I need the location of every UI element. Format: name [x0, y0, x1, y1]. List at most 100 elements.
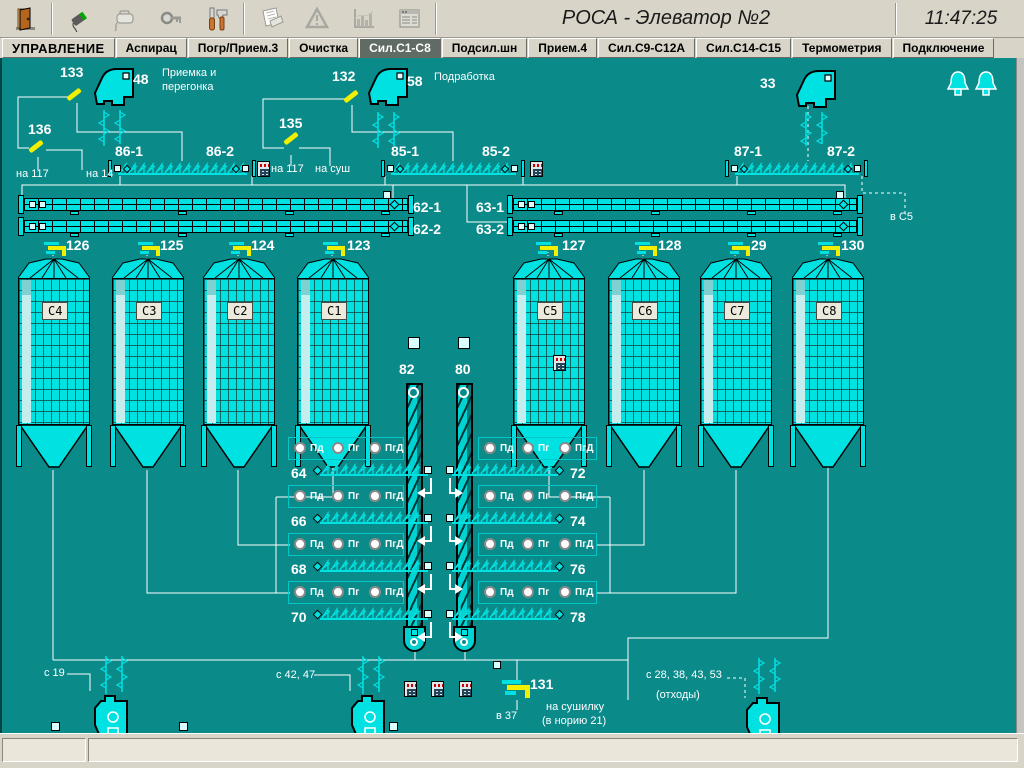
mode-radio[interactable] [369, 586, 381, 598]
noria-82[interactable] [406, 383, 423, 628]
cyclone-58[interactable] [368, 66, 410, 110]
silo-valve-29[interactable] [728, 242, 752, 256]
chain-conveyor-63-2[interactable] [513, 220, 857, 233]
screw-conveyor-86[interactable] [118, 162, 247, 176]
tab-6[interactable]: Прием.4 [528, 38, 597, 58]
screw-conveyor-78[interactable] [452, 607, 558, 621]
slide-valve-136[interactable] [28, 140, 44, 154]
mode-radio[interactable] [332, 586, 344, 598]
mode-radio[interactable] [559, 538, 571, 550]
tab-0[interactable]: УПРАВЛЕНИЕ [2, 38, 115, 58]
slide-valve-135[interactable] [283, 132, 299, 146]
silo-valve-128[interactable] [635, 242, 659, 256]
tab-sil-c1-c8[interactable]: Сил.С1-С8 [359, 38, 441, 58]
receiver-waste[interactable] [745, 697, 783, 733]
gate-valve-131[interactable] [502, 680, 532, 698]
mode-radio[interactable] [369, 538, 381, 550]
silo-c7[interactable]: C7 [700, 258, 772, 470]
mode-radio[interactable] [522, 586, 534, 598]
mode-radio[interactable] [332, 442, 344, 454]
warning-button[interactable] [294, 2, 340, 36]
mode-radio[interactable] [294, 586, 306, 598]
mode-radio[interactable] [369, 490, 381, 502]
tab-3[interactable]: Очистка [289, 38, 358, 58]
slide-valve-132[interactable] [343, 90, 359, 104]
alarm-bell-icon[interactable] [946, 70, 970, 98]
journal-button[interactable] [386, 2, 432, 36]
mode-radio[interactable] [484, 442, 496, 454]
tab-2[interactable]: Погр/Прием.3 [188, 38, 288, 58]
screw-conveyor-76[interactable] [452, 559, 558, 573]
silo-valve-124[interactable] [229, 242, 253, 256]
connector-square [446, 514, 454, 522]
tools-button[interactable] [194, 2, 240, 36]
report-button[interactable] [248, 2, 294, 36]
silo-c6[interactable]: C6 [608, 258, 680, 470]
tab-10[interactable]: Подключение [893, 38, 995, 58]
connector-square [731, 165, 738, 172]
slide-valve-133[interactable] [66, 88, 82, 102]
cyclone-33[interactable] [796, 68, 838, 112]
mode-panel-left-0: ПдПгПгД [288, 437, 404, 460]
mode-radio[interactable] [484, 538, 496, 550]
silo-valve-130[interactable] [818, 242, 842, 256]
mode-radio[interactable] [522, 538, 534, 550]
mode-radio[interactable] [294, 490, 306, 502]
mode-radio[interactable] [484, 490, 496, 502]
cable-button[interactable] [102, 2, 148, 36]
screw-conveyor-68[interactable] [320, 559, 428, 573]
silo-leg [180, 425, 186, 467]
silo-body [297, 278, 369, 425]
chain-conveyor-63-1[interactable] [513, 198, 857, 211]
tab-8[interactable]: Сил.С14-С15 [696, 38, 791, 58]
mode-radio[interactable] [294, 538, 306, 550]
screw-conveyor-72[interactable] [452, 463, 558, 477]
tab-5[interactable]: Подсил.шн [442, 38, 528, 58]
mode-radio[interactable] [559, 490, 571, 502]
mode-radio[interactable] [294, 442, 306, 454]
flow-label: в 37 [496, 710, 517, 722]
mode-radio[interactable] [559, 586, 571, 598]
mode-radio[interactable] [559, 442, 571, 454]
screw-conveyor-74[interactable] [452, 511, 558, 525]
toolbar-separator [895, 3, 897, 35]
mode-radio[interactable] [522, 490, 534, 502]
silo-c8[interactable]: C8 [792, 258, 864, 470]
tab-1[interactable]: Аспирац [116, 38, 187, 58]
chart-button[interactable] [340, 2, 386, 36]
screw-conveyor-85[interactable] [391, 162, 516, 176]
tab-9[interactable]: Термометрия [792, 38, 891, 58]
silo-valve-number: 124 [251, 237, 274, 253]
silo-c4[interactable]: C4 [18, 258, 90, 470]
alarm-bell-icon[interactable] [974, 70, 998, 98]
noria-80[interactable] [456, 383, 473, 628]
receiver-from-42-47[interactable] [350, 695, 388, 733]
mode-radio[interactable] [332, 538, 344, 550]
silo-valve-127[interactable] [536, 242, 560, 256]
counter-grid [556, 363, 565, 370]
screw-conveyor-64[interactable] [320, 463, 428, 477]
conveyor-number: 74 [570, 513, 586, 529]
chain-conveyor-62-1[interactable] [24, 198, 408, 211]
tab-7[interactable]: Сил.С9-С12А [598, 38, 695, 58]
mode-radio[interactable] [332, 490, 344, 502]
chain-conveyor-62-2[interactable] [24, 220, 408, 233]
exit-door-button[interactable] [2, 2, 48, 36]
screw-conveyor-70[interactable] [320, 607, 428, 621]
receiver-from-19[interactable] [93, 695, 131, 733]
cyclone-48[interactable] [94, 66, 136, 110]
silo-valve-125[interactable] [138, 242, 162, 256]
plug-button[interactable] [56, 2, 102, 36]
silo-valve-123[interactable] [323, 242, 347, 256]
silo-valve-126[interactable] [44, 242, 68, 256]
screw-conveyor-87[interactable] [735, 162, 859, 176]
silo-leg [271, 425, 277, 467]
gate-part [746, 250, 750, 256]
key-button[interactable] [148, 2, 194, 36]
screw-conveyor-66[interactable] [320, 511, 428, 525]
mode-radio[interactable] [522, 442, 534, 454]
silo-c2[interactable]: C2 [203, 258, 275, 470]
mode-radio[interactable] [484, 586, 496, 598]
silo-c3[interactable]: C3 [112, 258, 184, 470]
mode-radio[interactable] [369, 442, 381, 454]
